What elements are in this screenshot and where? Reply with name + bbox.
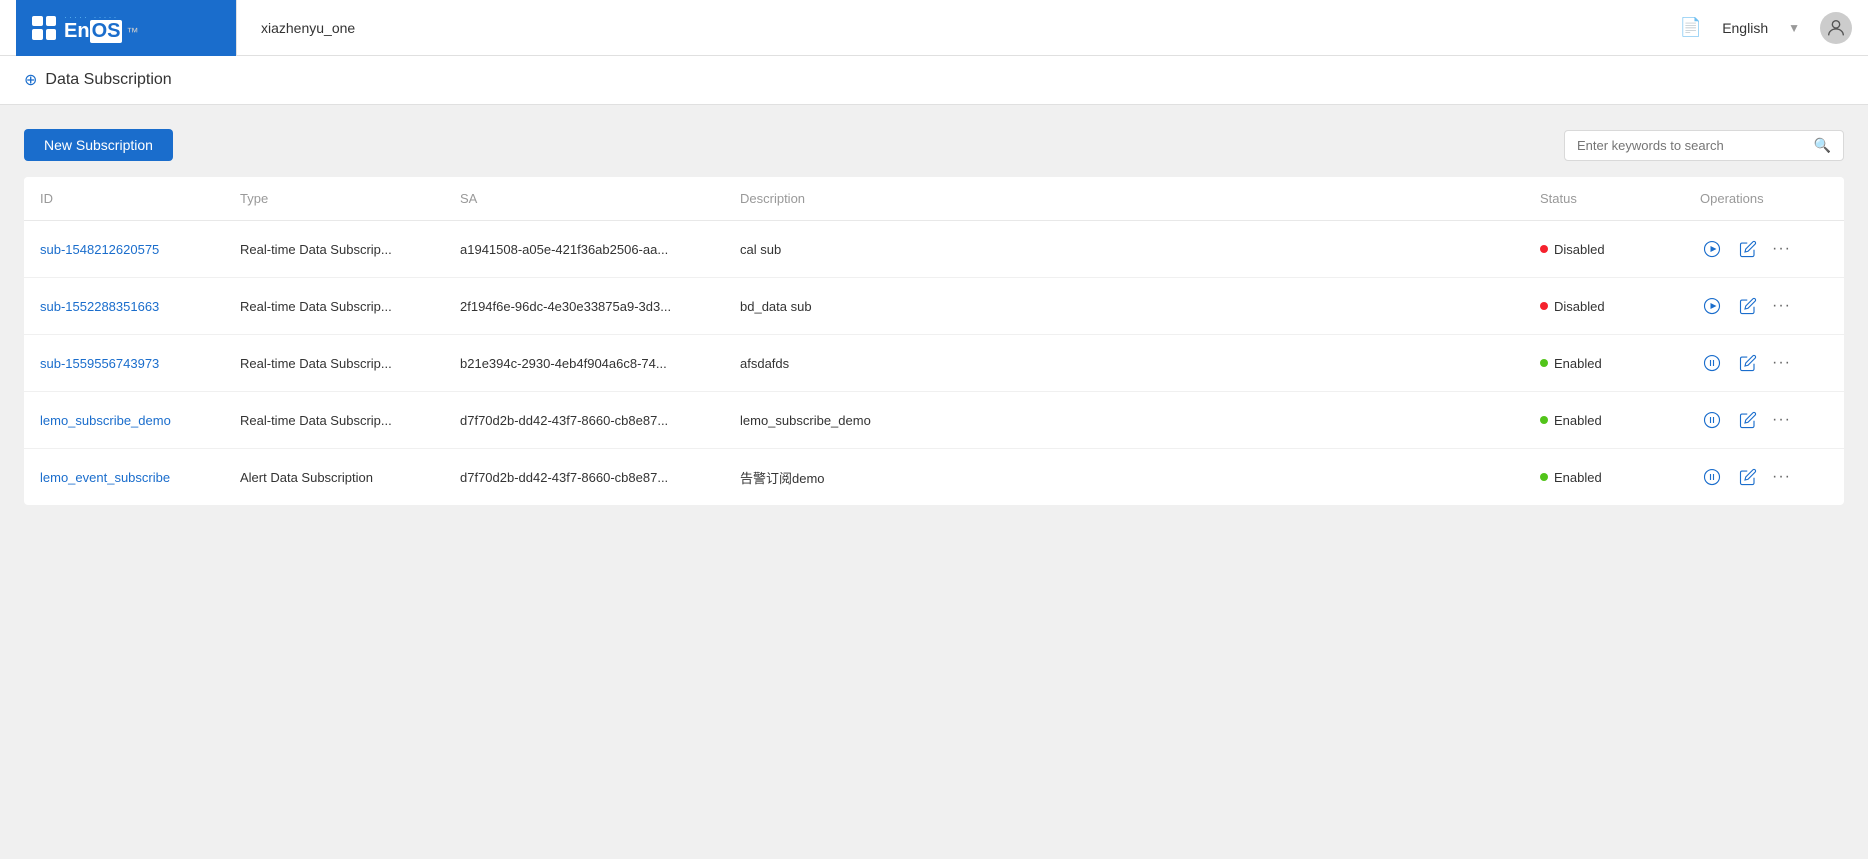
cell-description: lemo_subscribe_demo	[724, 392, 1524, 449]
doc-icon[interactable]: 📄	[1680, 17, 1702, 38]
edit-button[interactable]	[1736, 408, 1760, 432]
topbar-right: 📄 English ▼	[1680, 12, 1852, 44]
table-row: lemo_subscribe_demo Real-time Data Subsc…	[24, 392, 1844, 449]
cell-status: Disabled	[1524, 221, 1684, 278]
cell-operations: ···	[1684, 335, 1844, 392]
subscriptions-table: ID Type SA Description Status Operations…	[24, 177, 1844, 505]
edit-button[interactable]	[1736, 351, 1760, 375]
cell-type: Alert Data Subscription	[224, 449, 444, 506]
table-header-row: ID Type SA Description Status Operations	[24, 177, 1844, 221]
subscription-id-link[interactable]: sub-1559556743973	[40, 356, 159, 371]
workspace-label: xiazhenyu_one	[236, 0, 379, 56]
subscription-id-link[interactable]: lemo_subscribe_demo	[40, 413, 171, 428]
cell-description: bd_data sub	[724, 278, 1524, 335]
pause-button[interactable]	[1700, 465, 1724, 489]
status-label: Enabled	[1554, 413, 1602, 428]
cell-description: cal sub	[724, 221, 1524, 278]
cell-description: 告警订阅demo	[724, 449, 1524, 506]
cell-sa: 2f194f6e-96dc-4e30e33875a9-3d3...	[444, 278, 724, 335]
col-header-operations: Operations	[1684, 177, 1844, 221]
cell-operations: ···	[1684, 221, 1844, 278]
search-box: 🔍	[1564, 130, 1844, 161]
search-icon: 🔍	[1814, 137, 1831, 154]
cell-sa: a1941508-a05e-421f36ab2506-aa...	[444, 221, 724, 278]
cell-type: Real-time Data Subscrip...	[224, 392, 444, 449]
cell-status: Disabled	[1524, 278, 1684, 335]
edit-button[interactable]	[1736, 294, 1760, 318]
status-dot	[1540, 245, 1548, 253]
play-button[interactable]	[1700, 237, 1724, 261]
cell-sa: b21e394c-2930-4eb4f904a6c8-74...	[444, 335, 724, 392]
cell-operations: ···	[1684, 449, 1844, 506]
lang-dropdown-icon[interactable]: ▼	[1788, 21, 1800, 35]
edit-button[interactable]	[1736, 237, 1760, 261]
status-label: Enabled	[1554, 470, 1602, 485]
cell-status: Enabled	[1524, 335, 1684, 392]
page-header: ⊕ Data Subscription	[0, 56, 1868, 105]
cell-type: Real-time Data Subscrip...	[224, 278, 444, 335]
pause-button[interactable]	[1700, 351, 1724, 375]
col-header-sa: SA	[444, 177, 724, 221]
cell-id: sub-1559556743973	[24, 335, 224, 392]
cell-sa: d7f70d2b-dd42-43f7-8660-cb8e87...	[444, 392, 724, 449]
cell-type: Real-time Data Subscrip...	[224, 335, 444, 392]
cell-id: lemo_subscribe_demo	[24, 392, 224, 449]
play-button[interactable]	[1700, 294, 1724, 318]
col-header-description: Description	[724, 177, 1524, 221]
more-options-button[interactable]: ···	[1772, 411, 1791, 429]
status-label: Disabled	[1554, 242, 1605, 257]
cell-operations: ···	[1684, 392, 1844, 449]
cell-operations: ···	[1684, 278, 1844, 335]
cell-id: sub-1548212620575	[24, 221, 224, 278]
page-icon: ⊕	[24, 70, 37, 90]
status-dot	[1540, 359, 1548, 367]
cell-status: Enabled	[1524, 449, 1684, 506]
more-options-button[interactable]: ···	[1772, 240, 1791, 258]
status-label: Enabled	[1554, 356, 1602, 371]
content-area: New Subscription 🔍 ID Type SA Descriptio…	[0, 105, 1868, 859]
cell-description: afsdafds	[724, 335, 1524, 392]
col-header-id: ID	[24, 177, 224, 221]
cell-id: sub-1552288351663	[24, 278, 224, 335]
subscription-id-link[interactable]: sub-1552288351663	[40, 299, 159, 314]
cell-id: lemo_event_subscribe	[24, 449, 224, 506]
table-row: sub-1552288351663 Real-time Data Subscri…	[24, 278, 1844, 335]
more-options-button[interactable]: ···	[1772, 354, 1791, 372]
page-title: Data Subscription	[45, 71, 171, 89]
cell-type: Real-time Data Subscrip...	[224, 221, 444, 278]
language-selector[interactable]: English	[1722, 20, 1768, 36]
toolbar: New Subscription 🔍	[24, 129, 1844, 161]
table-row: lemo_event_subscribe Alert Data Subscrip…	[24, 449, 1844, 506]
status-dot	[1540, 416, 1548, 424]
logo-section: ····· ····· EnOS ™	[16, 0, 236, 56]
user-avatar[interactable]	[1820, 12, 1852, 44]
status-dot	[1540, 302, 1548, 310]
search-input[interactable]	[1577, 138, 1814, 153]
new-subscription-button[interactable]: New Subscription	[24, 129, 173, 161]
col-header-type: Type	[224, 177, 444, 221]
topbar: ····· ····· EnOS ™ xiazhenyu_one 📄 Engli…	[0, 0, 1868, 56]
edit-button[interactable]	[1736, 465, 1760, 489]
more-options-button[interactable]: ···	[1772, 297, 1791, 315]
status-dot	[1540, 473, 1548, 481]
cell-sa: d7f70d2b-dd42-43f7-8660-cb8e87...	[444, 449, 724, 506]
grid-menu-icon[interactable]	[32, 16, 56, 40]
status-label: Disabled	[1554, 299, 1605, 314]
table-row: sub-1559556743973 Real-time Data Subscri…	[24, 335, 1844, 392]
pause-button[interactable]	[1700, 408, 1724, 432]
table-row: sub-1548212620575 Real-time Data Subscri…	[24, 221, 1844, 278]
subscription-id-link[interactable]: lemo_event_subscribe	[40, 470, 170, 485]
subscription-id-link[interactable]: sub-1548212620575	[40, 242, 159, 257]
enos-logo: ····· ····· EnOS ™	[64, 12, 138, 43]
more-options-button[interactable]: ···	[1772, 468, 1791, 486]
col-header-status: Status	[1524, 177, 1684, 221]
cell-status: Enabled	[1524, 392, 1684, 449]
